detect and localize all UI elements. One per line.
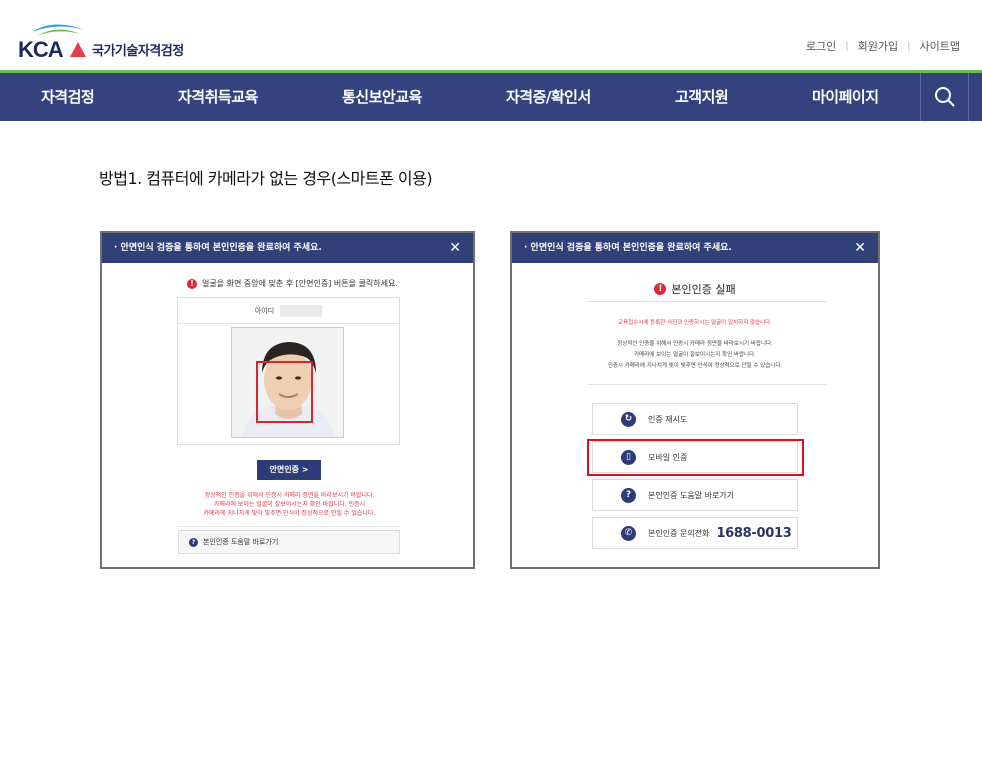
divider: | [907, 40, 911, 52]
face-detection-box [256, 361, 313, 423]
search-button[interactable] [920, 73, 969, 121]
auth-help-button[interactable]: ? 본인인증 도움말 바로가기 [592, 479, 798, 511]
auth-failed-screenshot: · 안면인식 검증을 통하여 본인인증을 완료하여 주세요. ✕ ! 본인인증 … [510, 231, 880, 569]
login-link[interactable]: 로그인 [806, 38, 836, 54]
logo-name: 국가기술자격검정 [92, 44, 184, 59]
nav-item-mypage[interactable]: 마이페이지 [812, 73, 879, 121]
close-icon[interactable]: ✕ [854, 233, 866, 263]
sitemap-link[interactable]: 사이트맵 [920, 38, 960, 54]
auth-phone-button[interactable]: ✆ 본인인증 문의전화 1688-0013 [592, 517, 798, 549]
warning-text: 정상적인 인증을 위해서 인증시 카메라 정면을 바라보시기 바랍니다. 카메라… [132, 491, 447, 518]
nav-item-support[interactable]: 고객지원 [675, 73, 729, 121]
highlight-box [587, 439, 804, 476]
popup-title-bar: · 안면인식 검증을 통하여 본인인증을 완료하여 주세요. ✕ [512, 233, 878, 263]
face-notice: ! 얼굴을 화면 중앙에 맞춘 후 [안면인증] 버튼을 클릭하세요. [187, 278, 398, 289]
utility-links: 로그인 | 회원가입 | 사이트맵 [806, 38, 960, 54]
face-verify-button[interactable]: 안면인증 > [257, 460, 321, 480]
option-label: 본인인증 문의전화 [648, 528, 710, 538]
help-link-label: 본인인증 도움말 바로가기 [203, 538, 279, 546]
phone-icon: ✆ [621, 525, 636, 541]
divider [178, 526, 400, 527]
id-label: 아이디 [254, 306, 275, 315]
logo-letters: KCA [18, 37, 64, 60]
divider [587, 301, 827, 302]
popup-title: · 안면인식 검증을 통하여 본인인증을 완료하여 주세요. [524, 243, 732, 253]
face-notice-text: 얼굴을 화면 중앙에 맞춘 후 [안면인증] 버튼을 클릭하세요. [202, 279, 398, 288]
kca-logo-mark: KCA [18, 24, 86, 60]
id-panel: 아이디 [177, 297, 400, 445]
warning-line: 카메라에 지나치게 빛이 빛추면 인식이 정상적으로 안될 수 있습니다. [203, 510, 376, 517]
signup-link[interactable]: 회원가입 [858, 38, 898, 54]
fail-heading: ! 본인인증 실패 [512, 281, 878, 297]
id-row: 아이디 [178, 298, 399, 324]
fail-desc-line: 정상적인 인증을 위해서 인증시 카메라 정면을 바라보시기 바랍니다. [617, 341, 773, 347]
fail-desc-line: 카메라에 보이는 얼굴이 잘보이시는지 확인 바랍니다. [634, 352, 756, 358]
method-title: 방법1. 컴퓨터에 카메라가 없는 경우(스마트폰 이용) [99, 169, 433, 188]
question-icon: ? [621, 487, 636, 503]
fail-description: 정상적인 인증을 위해서 인증시 카메라 정면을 바라보시기 바랍니다. 카메라… [512, 339, 878, 372]
question-icon: ? [189, 537, 198, 547]
nav-item-certificates[interactable]: 자격증/확인서 [506, 73, 591, 121]
help-link[interactable]: ? 본인인증 도움말 바로가기 [178, 530, 400, 554]
fail-title: 본인인증 실패 [671, 283, 736, 296]
warning-line: 카메라에 보이는 얼굴이 잘보이시는지 확인 바랍니다. 인증시 [213, 501, 366, 508]
phone-number: 1688-0013 [716, 525, 792, 541]
close-icon[interactable]: ✕ [449, 233, 461, 263]
camera-preview [231, 327, 344, 438]
nav-item-security-training[interactable]: 통신보안교육 [342, 73, 422, 121]
divider [587, 384, 827, 385]
fail-reason: 교육접수시에 등록한 사진과 인증하시는 얼굴이 일치하지 않습니다. [618, 320, 772, 326]
fail-desc-line: 인증시 카메라에 지나치게 빛이 빛추면 인식이 정상적으로 안될 수 있습니다… [607, 363, 783, 369]
main-nav: 자격검정 자격취득교육 통신보안교육 자격증/확인서 고객지원 마이페이지 [0, 73, 982, 121]
site-header: KCA 국가기술자격검정 로그인 | 회원가입 | 사이트맵 [0, 0, 982, 70]
id-value [280, 304, 323, 317]
face-auth-screenshot: · 안면인식 검증을 통하여 본인인증을 완료하여 주세요. ✕ ! 얼굴을 화… [100, 231, 475, 569]
popup-title: · 안면인식 검증을 통하여 본인인증을 완료하여 주세요. [114, 243, 322, 253]
popup-title-bar: · 안면인식 검증을 통하여 본인인증을 완료하여 주세요. ✕ [102, 233, 473, 263]
nav-item-training[interactable]: 자격취득교육 [178, 73, 258, 121]
warning-line: 정상적인 인증을 위해서 인증시 카메라 정면을 바라보시기 바랍니다. [204, 492, 375, 499]
retry-auth-button[interactable]: ↻ 인증 재시도 [592, 403, 798, 435]
option-label: 본인인증 도움말 바로가기 [648, 490, 735, 500]
alert-icon: ! [187, 278, 197, 289]
divider: | [845, 40, 849, 52]
nav-item-exam[interactable]: 자격검정 [41, 73, 95, 121]
alert-icon: ! [654, 283, 667, 295]
retry-icon: ↻ [621, 411, 636, 427]
search-icon [934, 87, 955, 107]
option-label: 인증 재시도 [648, 414, 688, 424]
